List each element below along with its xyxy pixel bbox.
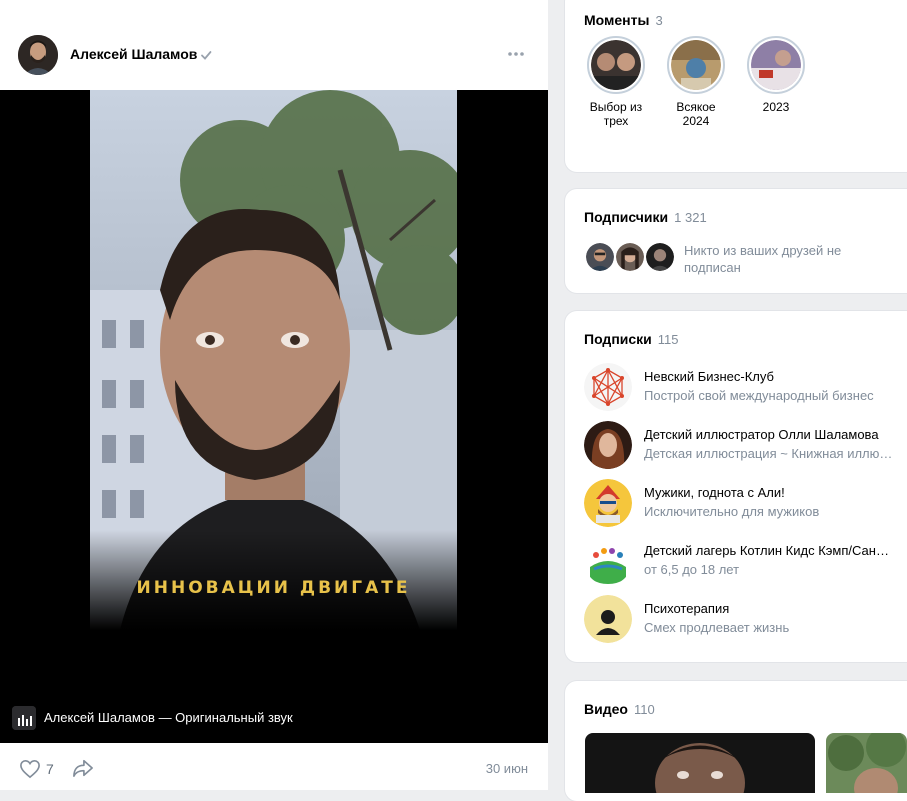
subscription-item[interactable]: Мужики, годнота с Али! Исключительно для… [584,479,894,529]
moments-card: Моменты 3 Выбор из трех Всякое 2024 2023 [565,0,907,172]
post-card: Алексей Шаламов ИННОВАЦИИ ДВИГАТЕ Алексе… [0,0,548,790]
moment-thumbnail [671,40,721,90]
share-icon[interactable] [72,758,94,778]
subscriptions-count: 115 [657,332,679,347]
follower-avatar[interactable] [614,241,646,273]
video-caption: ИННОВАЦИИ ДВИГАТЕ [136,578,411,598]
moment-item[interactable]: 2023 [736,36,816,114]
moments-title-text: Моменты [584,12,650,28]
subscription-name[interactable]: Детский иллюстратор Олли Шаламова [644,427,894,442]
post-footer: 7 30 июн [0,743,548,790]
videos-card: Видео 110 [565,681,907,801]
followers-count: 1 321 [674,210,707,225]
subscription-name[interactable]: Психотерапия [644,601,894,616]
subscription-description: Смех продлевает жизнь [644,620,790,635]
sound-label[interactable]: Алексей Шаламов — Оригинальный звук [44,710,293,725]
moment-thumbnail [751,40,801,90]
moment-ring[interactable] [587,36,645,94]
subscription-name[interactable]: Мужики, годнота с Али! [644,485,894,500]
moment-thumbnail [591,40,641,90]
moment-label: Выбор из трех [589,100,643,128]
subscription-avatar [584,479,632,527]
subscription-name[interactable]: Детский лагерь Котлин Кидс Кэмп/Санкт-Пе… [644,543,894,558]
video-thumbnail[interactable] [826,733,907,793]
videos-title[interactable]: Видео 110 [584,701,655,717]
videos-count: 110 [633,702,655,717]
subscription-description: Исключительно для мужиков [644,504,820,519]
video-frame [90,90,457,630]
moments-title[interactable]: Моменты 3 [584,12,663,28]
followers-title[interactable]: Подписчики 1 321 [584,209,707,225]
subscription-item[interactable]: Детский иллюстратор Олли Шаламова Детска… [584,421,894,471]
subscription-description: от 6,5 до 18 лет [644,562,740,577]
subscription-avatar [584,595,632,643]
subscription-description: Построй свой международный бизнес [644,388,874,403]
more-options-icon[interactable] [506,46,526,62]
like-count: 7 [46,761,54,777]
verified-check-icon [201,51,212,60]
moment-label: 2023 [762,100,790,114]
video-thumbnail[interactable] [585,733,815,793]
moment-item[interactable]: Всякое 2024 [656,36,736,128]
post-header: Алексей Шаламов [0,0,548,90]
author-avatar[interactable] [18,35,58,75]
subscription-avatar [584,421,632,469]
subscription-item[interactable]: Детский лагерь Котлин Кидс Кэмп/Санкт-Пе… [584,537,894,587]
author-name[interactable]: Алексей Шаламов [70,46,197,62]
heart-icon[interactable] [19,759,41,779]
videos-title-text: Видео [584,701,628,717]
moment-ring[interactable] [747,36,805,94]
subscription-name[interactable]: Невский Бизнес-Клуб [644,369,894,384]
subscription-item[interactable]: Невский Бизнес-Клуб Построй свой междуна… [584,363,894,413]
post-date[interactable]: 30 июн [486,761,528,776]
followers-title-text: Подписчики [584,209,669,225]
moments-count: 3 [655,13,663,28]
network-logo-icon [584,363,632,411]
video-player[interactable]: ИННОВАЦИИ ДВИГАТЕ Алексей Шаламов — Ориг… [0,90,548,743]
followers-card: Подписчики 1 321 Никто из ваших друзей не… [565,189,907,293]
subscriptions-card: Подписки 115 Невский Бизнес-Клуб Построй … [565,311,907,662]
subscriptions-title[interactable]: Подписки 115 [584,331,679,347]
sound-thumbnail [12,706,36,730]
follower-avatar[interactable] [584,241,616,273]
subscriptions-title-text: Подписки [584,331,652,347]
subscription-avatar [584,537,632,585]
follower-avatar[interactable] [644,241,676,273]
subscription-description: Детская иллюстрация ~ Книжная иллюстраци… [644,446,894,461]
moment-ring[interactable] [667,36,725,94]
moment-item[interactable]: Выбор из трех [576,36,656,128]
followers-note: Никто из ваших друзей не подписан [684,243,842,275]
moment-label: Всякое 2024 [676,100,716,128]
subscription-item[interactable]: Психотерапия Смех продлевает жизнь [584,595,894,645]
